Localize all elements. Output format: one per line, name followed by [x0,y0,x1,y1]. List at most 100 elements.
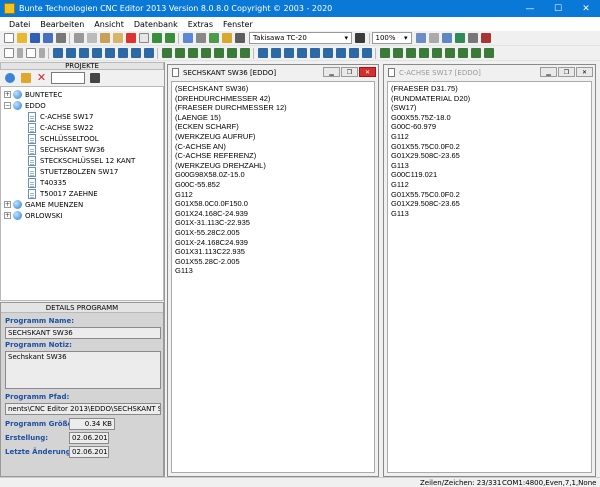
tool-22-icon[interactable] [335,48,346,58]
delete-icon[interactable] [125,33,136,43]
menu-extras[interactable]: Extras [183,20,218,29]
tree-node[interactable]: STUETZBOLZEN SW17 [28,166,118,177]
tree-node[interactable]: − EDDO [4,100,46,111]
find-icon[interactable] [182,33,193,43]
info-icon[interactable] [415,33,426,43]
dropdown-arrow-icon[interactable] [16,48,23,58]
tree-node[interactable]: + GAME MUENZEN [4,199,83,210]
menu-fenster[interactable]: Fenster [218,20,258,29]
zoom-dropdown[interactable]: 100% ▾ [371,32,412,44]
tree-node[interactable]: + BUNTETEC [4,89,62,100]
editor-title-bar[interactable]: SECHSKANT SW36 [EDDO] ▁ ❐ ✕ [168,65,378,80]
restore-button[interactable]: ❐ [558,67,575,77]
dropdown-arrow-icon[interactable] [38,48,45,58]
machine-dropdown[interactable]: Takisawa TC-20 ▾ [249,32,352,44]
tool-1-icon[interactable] [52,48,63,58]
tool-9-icon[interactable] [161,48,172,58]
tool-10-icon[interactable] [174,48,185,58]
tool-16-icon[interactable] [257,48,268,58]
program-name-field[interactable]: SECHSKANT SW36 [5,327,161,339]
tool-5-icon[interactable] [104,48,115,58]
tool-6-icon[interactable] [117,48,128,58]
tree-node[interactable]: T50017 ZAEHNE [28,188,98,199]
code-editor[interactable]: (FRAESER D31.75) (RUNDMATERIAL D20) (SW1… [387,81,592,473]
tool-12-icon[interactable] [200,48,211,58]
open-file-icon[interactable] [25,48,36,58]
tool-29-icon[interactable] [431,48,442,58]
tool-11-icon[interactable] [187,48,198,58]
close-button[interactable]: ✕ [359,67,376,77]
redo-icon[interactable] [164,33,175,43]
tool-25-icon[interactable] [379,48,390,58]
tool-2-icon[interactable] [65,48,76,58]
tool-8-icon[interactable] [143,48,154,58]
graph-icon[interactable] [234,33,245,43]
menu-datenbank[interactable]: Datenbank [129,20,183,29]
code-editor[interactable]: (SECHSKANT SW36) (DREHDURCHMESSER 42) (F… [171,81,375,473]
tool-13-icon[interactable] [213,48,224,58]
tool-31-icon[interactable] [457,48,468,58]
machine-icon[interactable] [208,33,219,43]
minimize-button[interactable]: ▁ [323,67,340,77]
collapse-icon[interactable]: − [4,102,11,109]
cut-icon[interactable] [73,33,84,43]
grid-icon[interactable] [441,33,452,43]
new-file-icon[interactable] [3,33,14,43]
expand-icon[interactable]: + [4,212,11,219]
tool-4-icon[interactable] [91,48,102,58]
tool-18-icon[interactable] [283,48,294,58]
editor-title-bar[interactable]: C-ACHSE SW17 [EDDO] ▁ ❐ ✕ [384,65,595,80]
tool-28-icon[interactable] [418,48,429,58]
undo-icon[interactable] [151,33,162,43]
menu-ansicht[interactable]: Ansicht [89,20,129,29]
tool-30-icon[interactable] [444,48,455,58]
restore-button[interactable]: ❐ [341,67,358,77]
expand-icon[interactable]: + [4,91,11,98]
columns-icon[interactable] [467,33,478,43]
tool-15-icon[interactable] [239,48,250,58]
tree-node[interactable]: T40335 [28,177,67,188]
minimize-button[interactable]: ▁ [540,67,557,77]
table-icon[interactable] [454,33,465,43]
tool-3-icon[interactable] [78,48,89,58]
close-button[interactable]: ✕ [576,67,593,77]
save-icon[interactable] [29,33,40,43]
tool-14-icon[interactable] [226,48,237,58]
tool-19-icon[interactable] [296,48,307,58]
program-path-field[interactable]: nents\CNC Editor 2013\EDDO\SECHSKANT SW3… [5,403,161,415]
delete-x-icon[interactable]: ✕ [37,72,47,83]
print-icon[interactable] [55,33,66,43]
tool-21-icon[interactable] [322,48,333,58]
tree-node[interactable]: SCHLÜSSELTOOL [28,133,99,144]
tool-24-icon[interactable] [361,48,372,58]
simulation-icon[interactable] [221,33,232,43]
tree-node[interactable]: + ORLOWSKI [4,210,63,221]
program-note-field[interactable]: Sechskant SW36 [5,351,161,389]
tool-26-icon[interactable] [392,48,403,58]
tree-node[interactable]: SECHSKANT SW36 [28,144,105,155]
settings-icon[interactable] [195,33,206,43]
expand-icon[interactable]: + [4,201,11,208]
tool-23-icon[interactable] [348,48,359,58]
menu-datei[interactable]: Datei [4,20,35,29]
connect-icon[interactable] [355,33,365,43]
minimize-button[interactable]: — [516,0,544,17]
maximize-button[interactable]: ☐ [544,0,572,17]
menu-bearbeiten[interactable]: Bearbeiten [35,20,89,29]
tool-32-icon[interactable] [470,48,481,58]
binoculars-icon[interactable] [89,73,100,83]
document-icon[interactable] [138,33,149,43]
close-button[interactable]: ✕ [572,0,600,17]
project-search-input[interactable] [51,72,85,84]
tool-33-icon[interactable] [483,48,494,58]
calculator-icon[interactable] [480,33,491,43]
open-folder-icon[interactable] [16,33,27,43]
tool-20-icon[interactable] [309,48,320,58]
refresh-icon[interactable] [4,73,15,83]
tree-node[interactable]: C-ACHSE SW17 [28,111,93,122]
tree-node[interactable]: C-ACHSE SW22 [28,122,93,133]
clipboard-icon[interactable] [112,33,123,43]
tool-7-icon[interactable] [130,48,141,58]
tool-27-icon[interactable] [405,48,416,58]
copy-icon[interactable] [86,33,97,43]
